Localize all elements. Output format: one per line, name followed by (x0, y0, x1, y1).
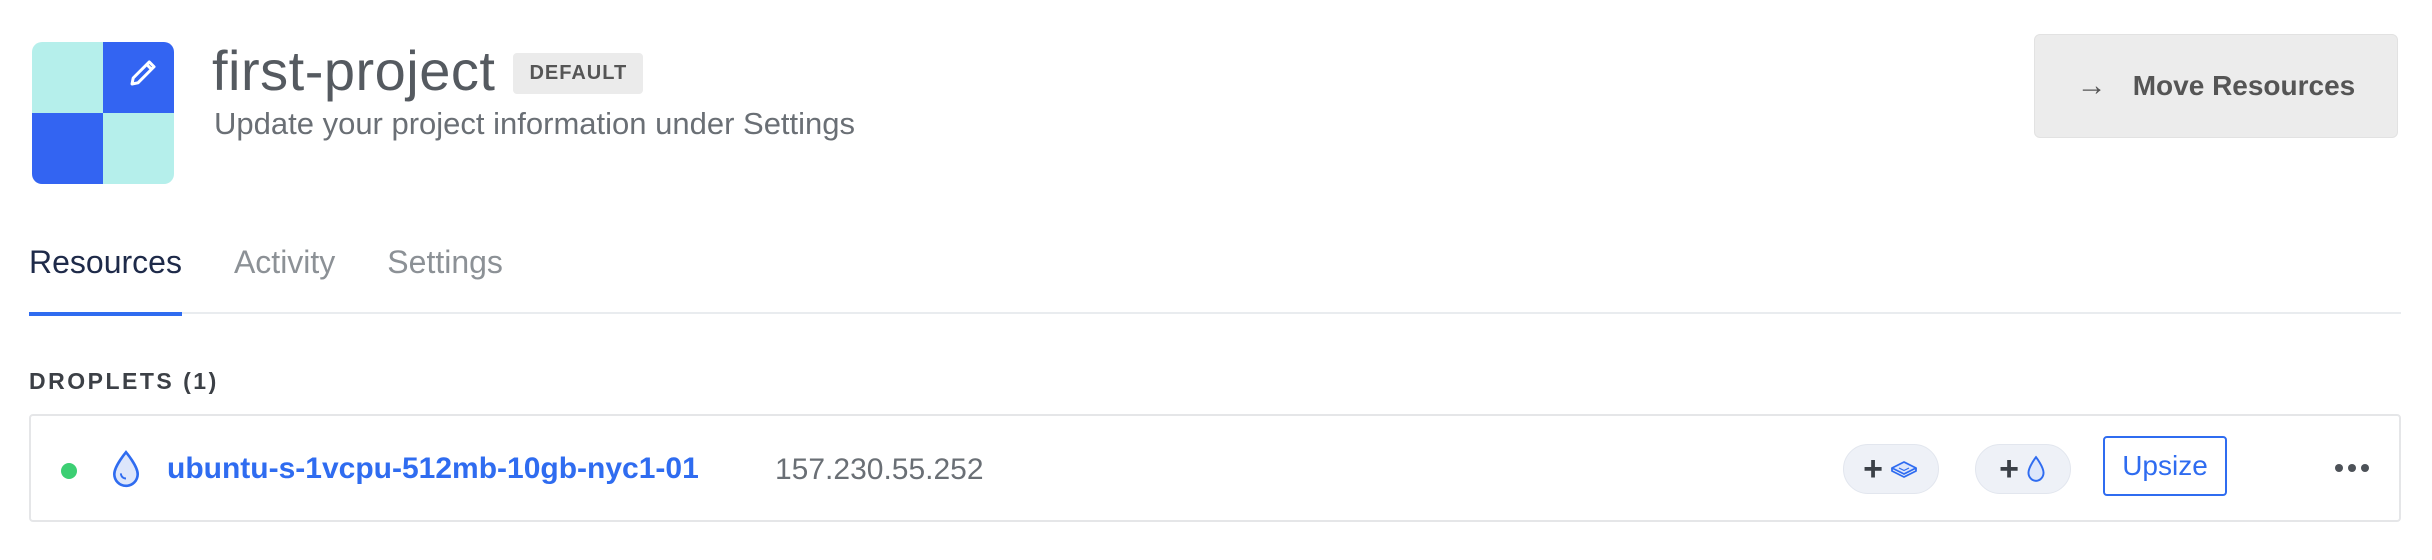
arrow-right-icon: → (2076, 69, 2107, 102)
pencil-icon[interactable] (126, 54, 162, 90)
plus-icon: + (1999, 450, 2019, 488)
plus-icon: + (1863, 450, 1883, 488)
droplet-ip: 157.230.55.252 (775, 453, 984, 486)
droplet-name-link[interactable]: ubuntu-s-1vcpu-512mb-10gb-nyc1-01 (167, 452, 699, 486)
droplets-section-label: DROPLETS (1) (29, 368, 219, 394)
tab-activity[interactable]: Activity (234, 230, 335, 314)
more-dot (2361, 464, 2369, 472)
droplet-icon (112, 450, 140, 488)
upsize-button[interactable]: Upsize (2103, 436, 2227, 496)
droplet-row: ubuntu-s-1vcpu-512mb-10gb-nyc1-01 157.23… (29, 414, 2401, 522)
title-row: first-project DEFAULT (212, 38, 644, 103)
more-icon[interactable] (2327, 446, 2377, 490)
status-dot (61, 463, 77, 479)
page-title: first-project (212, 39, 496, 102)
add-volume-button[interactable]: + (1843, 444, 1939, 494)
move-resources-label: Move Resources (2132, 70, 2356, 101)
project-avatar[interactable] (32, 42, 174, 184)
volume-icon (1891, 461, 1917, 478)
project-page: first-project DEFAULT Update your projec… (0, 0, 2432, 560)
avatar-quadrant (32, 42, 103, 113)
avatar-quadrant (103, 42, 174, 113)
more-dot (2335, 464, 2343, 472)
add-floating-ip-button[interactable]: + (1975, 444, 2071, 494)
more-dot (2348, 464, 2356, 472)
move-resources-button[interactable]: → Move Resources (2034, 34, 2398, 138)
droplet-icon (2027, 455, 2045, 482)
tab-settings[interactable]: Settings (387, 230, 503, 314)
avatar-quadrant (103, 113, 174, 184)
tab-resources[interactable]: Resources (29, 230, 182, 316)
default-badge: DEFAULT (513, 53, 644, 94)
project-subtitle: Update your project information under Se… (214, 106, 856, 141)
avatar-quadrant (32, 113, 103, 184)
project-tabs: Resources Activity Settings (29, 230, 2401, 316)
